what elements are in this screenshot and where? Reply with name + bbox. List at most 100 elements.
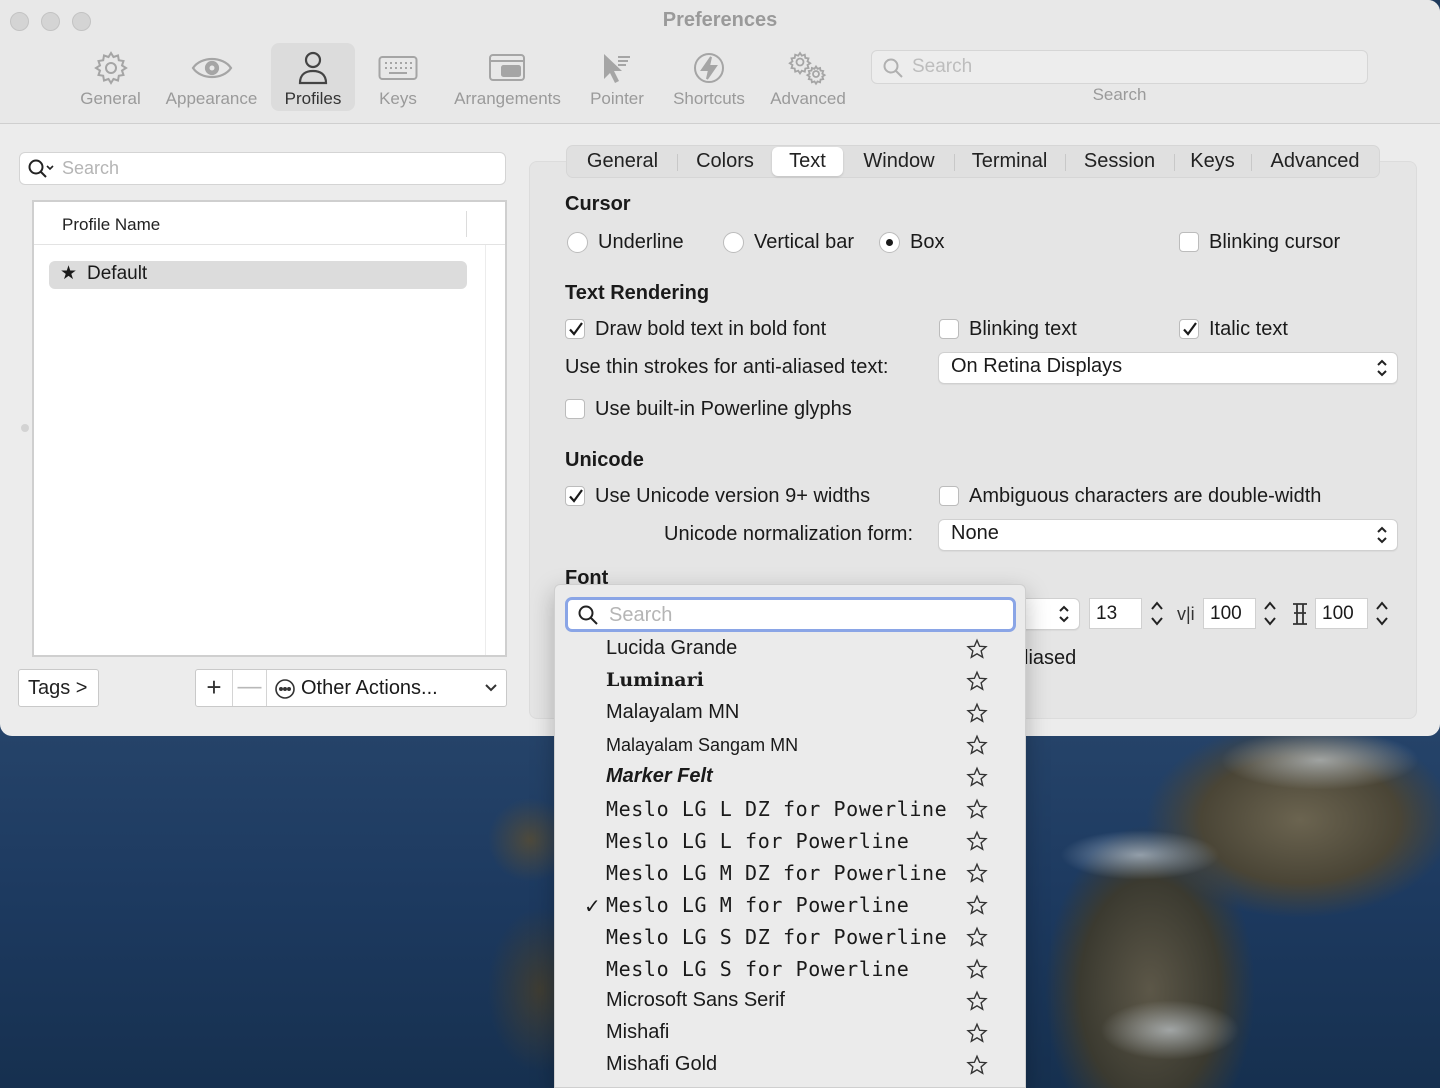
add-profile-button[interactable]: + (196, 670, 233, 706)
normalization-label: Unicode normalization form: (664, 523, 913, 545)
cursor-box-label: Box (910, 231, 945, 253)
other-actions-button[interactable]: Other Actions... (268, 670, 506, 706)
tab-advanced[interactable]: Advanced (1254, 146, 1376, 177)
font-family-select-tail[interactable] (1020, 598, 1080, 630)
tab-session[interactable]: Session (1068, 146, 1171, 177)
thin-strokes-label: Use thin strokes for anti-aliased text: (565, 356, 889, 378)
remove-profile-button[interactable]: — (233, 670, 267, 706)
keyboard-icon (378, 56, 418, 80)
vertical-spacing-value: 100 (1322, 603, 1354, 624)
star-outline-icon[interactable] (966, 990, 988, 1012)
wave-foam (1100, 1000, 1240, 1060)
normalization-select[interactable]: None (938, 519, 1398, 551)
tab-keys[interactable]: Keys (1177, 146, 1248, 177)
cursor-vertical-bar-label: Vertical bar (754, 231, 855, 253)
font-size-field[interactable]: 13 (1089, 598, 1142, 629)
table-scrollbar[interactable] (485, 245, 505, 655)
font-name: Mishafi (606, 1021, 670, 1043)
default-star-icon: ★ (60, 263, 78, 284)
blinking-text-checkbox[interactable] (939, 319, 959, 339)
tab-window[interactable]: Window (847, 146, 951, 177)
star-outline-icon[interactable] (966, 734, 988, 756)
font-item-meslo-lg-s[interactable]: Meslo LG S for Powerline (555, 954, 1025, 986)
font-item-marker-felt[interactable]: Marker Felt (555, 762, 1025, 794)
unicode-widths-checkbox[interactable] (565, 486, 585, 506)
toolbar-general[interactable]: General (73, 43, 148, 111)
font-item-lucida-grande[interactable]: Lucida Grande (555, 634, 1025, 666)
star-outline-icon[interactable] (966, 766, 988, 788)
star-outline-icon[interactable] (966, 702, 988, 724)
star-outline-icon[interactable] (966, 670, 988, 692)
star-outline-icon[interactable] (966, 1022, 988, 1044)
split-view-handle[interactable] (21, 424, 29, 432)
star-outline-icon[interactable] (966, 798, 988, 820)
profile-row-default[interactable]: ★ Default (49, 261, 467, 289)
font-item-microsoft-sans-serif[interactable]: Microsoft Sans Serif (555, 986, 1025, 1018)
font-search-input[interactable]: Search (565, 597, 1016, 632)
star-outline-icon[interactable] (966, 894, 988, 916)
toolbar-label: General (80, 89, 141, 108)
font-name: Luminari (606, 669, 704, 691)
tags-button[interactable]: Tags > (18, 669, 99, 707)
font-picker-popup: Search Lucida Grande Luminari Malayalam … (554, 584, 1026, 1088)
cursor-vertical-bar-radio[interactable] (723, 232, 744, 253)
horizontal-spacing-stepper[interactable] (1261, 598, 1279, 629)
star-outline-icon[interactable] (966, 926, 988, 948)
font-item-mishafi-gold[interactable]: Mishafi Gold (555, 1050, 1025, 1082)
toolbar-profiles[interactable]: Profiles (271, 43, 355, 111)
font-item-meslo-lg-l[interactable]: Meslo LG L for Powerline (555, 826, 1025, 858)
vertical-spacing-field[interactable]: 100 (1315, 598, 1368, 629)
toolbar-label: Shortcuts (673, 89, 745, 108)
star-outline-icon[interactable] (966, 830, 988, 852)
star-outline-icon[interactable] (966, 958, 988, 980)
font-item-meslo-lg-m-dz[interactable]: Meslo LG M DZ for Powerline (555, 858, 1025, 890)
star-outline-icon[interactable] (966, 1054, 988, 1076)
font-item-mishafi[interactable]: Mishafi (555, 1018, 1025, 1050)
font-size-stepper[interactable] (1148, 598, 1166, 629)
tab-separator (1065, 154, 1066, 171)
font-item-luminari[interactable]: Luminari (555, 666, 1025, 698)
horizontal-spacing-field[interactable]: 100 (1203, 598, 1256, 629)
tab-text[interactable]: Text (772, 147, 843, 176)
checkmark-icon (569, 322, 583, 336)
column-header-profile-name[interactable]: Profile Name (62, 215, 160, 235)
up-down-arrows-icon (1377, 359, 1387, 377)
font-item-meslo-lg-m-selected[interactable]: ✓ Meslo LG M for Powerline (555, 890, 1025, 922)
blinking-cursor-checkbox[interactable] (1179, 232, 1199, 252)
vertical-spacing-icon (1293, 603, 1307, 625)
font-item-meslo-lg-s-dz[interactable]: Meslo LG S DZ for Powerline (555, 922, 1025, 954)
vertical-spacing-stepper[interactable] (1373, 598, 1391, 629)
cursor-underline-radio[interactable] (567, 232, 588, 253)
font-item-malayalam-sangam-mn[interactable]: Malayalam Sangam MN (555, 730, 1025, 762)
text-rendering-heading: Text Rendering (565, 282, 710, 304)
font-name: Meslo LG L DZ for Powerline (606, 797, 948, 821)
italic-text-checkbox[interactable] (1179, 319, 1199, 339)
font-name: Malayalam MN (606, 701, 740, 723)
tab-terminal[interactable]: Terminal (957, 146, 1062, 177)
font-item-malayalam-mn[interactable]: Malayalam MN (555, 698, 1025, 730)
font-item-meslo-lg-l-dz[interactable]: Meslo LG L DZ for Powerline (555, 794, 1025, 826)
font-name: Microsoft Sans Serif (606, 989, 785, 1011)
search-menu-icon (28, 159, 54, 178)
toolbar-label: Keys (379, 89, 417, 108)
toolbar-search-field[interactable]: Search (871, 50, 1368, 84)
tab-colors[interactable]: Colors (679, 146, 771, 177)
powerline-glyphs-checkbox[interactable] (565, 399, 585, 419)
toolbar-appearance[interactable]: Appearance (161, 43, 262, 111)
star-outline-icon[interactable] (966, 862, 988, 884)
tab-general[interactable]: General (571, 146, 674, 177)
ambiguous-double-width-checkbox[interactable] (939, 486, 959, 506)
star-outline-icon[interactable] (966, 638, 988, 660)
thin-strokes-select[interactable]: On Retina Displays (938, 352, 1398, 384)
toolbar-advanced[interactable]: Advanced (765, 43, 851, 111)
toolbar-keys[interactable]: Keys (372, 43, 424, 111)
italic-text-label: Italic text (1209, 318, 1288, 340)
bold-font-checkbox[interactable] (565, 319, 585, 339)
profile-search-field[interactable]: Search (19, 152, 506, 185)
toolbar-pointer[interactable]: Pointer (584, 43, 650, 111)
toolbar-shortcuts[interactable]: Shortcuts (666, 43, 752, 111)
cursor-box-radio[interactable] (879, 232, 900, 253)
toolbar-arrangements[interactable]: Arrangements (447, 43, 568, 111)
toolbar-label: Arrangements (454, 89, 561, 108)
unicode-heading: Unicode (565, 449, 644, 471)
